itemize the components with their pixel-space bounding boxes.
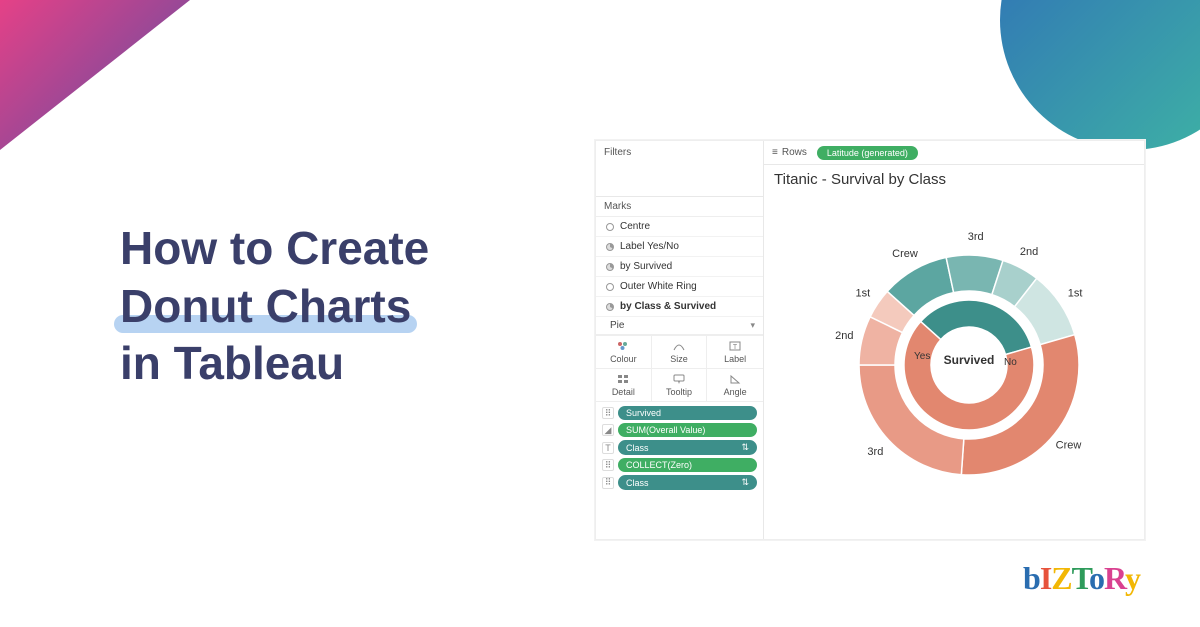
- sort-icon: ⇅: [741, 477, 749, 488]
- circle-icon: [606, 283, 614, 291]
- label-icon: T: [602, 442, 614, 454]
- angle-button[interactable]: Angle: [707, 368, 763, 401]
- detail-icon: ⠿: [602, 459, 614, 471]
- colour-button[interactable]: Colour: [596, 335, 652, 368]
- pie-icon: [606, 263, 614, 271]
- angle-icon: [728, 373, 742, 385]
- rows-shelf[interactable]: ≡Rows Latitude (generated): [764, 141, 1144, 165]
- donut-center-label: Survived: [939, 353, 999, 367]
- sort-icon: ⇅: [741, 442, 749, 453]
- tableau-screenshot: Filters Marks Centre Label Yes/No by Sur…: [595, 140, 1145, 540]
- svg-text:2nd: 2nd: [1020, 246, 1038, 258]
- decor-circle-tr: [1000, 0, 1200, 150]
- pill-sum-overall-value[interactable]: ◢SUM(Overall Value): [602, 423, 757, 437]
- tableau-side-panel: Filters Marks Centre Label Yes/No by Sur…: [596, 141, 764, 539]
- chevron-down-icon: ▾: [750, 320, 755, 331]
- mark-layer-outer-white-ring[interactable]: Outer White Ring: [596, 277, 763, 297]
- circle-icon: [606, 223, 614, 231]
- tooltip-icon: [672, 373, 686, 385]
- colour-icon: [616, 340, 630, 352]
- headline-line-1: How to Create: [120, 220, 429, 278]
- pill-class-label[interactable]: TClass⇅: [602, 440, 757, 455]
- viz-title: Titanic - Survival by Class: [774, 171, 946, 188]
- pill-class-colour[interactable]: ⠿Class⇅: [602, 475, 757, 490]
- mark-pills: ⠿Survived ◢SUM(Overall Value) TClass⇅ ⠿C…: [596, 402, 763, 494]
- size-icon: [672, 340, 686, 352]
- inner-label-yes: Yes: [914, 351, 930, 362]
- inner-label-no: No: [1004, 357, 1017, 368]
- rows-pill-latitude[interactable]: Latitude (generated): [817, 146, 918, 160]
- label-button[interactable]: TLabel: [707, 335, 763, 368]
- detail-icon: [616, 373, 630, 385]
- angle-icon: ◢: [602, 424, 614, 436]
- svg-text:3rd: 3rd: [867, 446, 883, 458]
- biztory-logo: bIzToRy: [1023, 560, 1140, 597]
- pie-icon: [606, 243, 614, 251]
- size-button[interactable]: Size: [652, 335, 708, 368]
- label-icon: T: [728, 340, 742, 352]
- tooltip-button[interactable]: Tooltip: [652, 368, 708, 401]
- marks-label: Marks: [596, 197, 763, 217]
- filters-label: Filters: [604, 145, 755, 160]
- rows-icon: ≡: [772, 147, 778, 158]
- svg-text:1st: 1st: [856, 287, 871, 299]
- mark-layer-by-class-survived[interactable]: by Class & Survived: [596, 297, 763, 317]
- decor-triangle-tl: [0, 0, 190, 150]
- svg-text:3rd: 3rd: [968, 231, 984, 243]
- pie-icon: [606, 303, 614, 311]
- mark-layer-centre[interactable]: Centre: [596, 217, 763, 237]
- svg-text:Crew: Crew: [892, 248, 918, 260]
- headline-line-3: in Tableau: [120, 335, 429, 393]
- tableau-viz-area: ≡Rows Latitude (generated) Titanic - Sur…: [764, 141, 1144, 539]
- svg-text:T: T: [733, 344, 738, 351]
- pill-survived[interactable]: ⠿Survived: [602, 406, 757, 420]
- svg-text:2nd: 2nd: [835, 330, 853, 342]
- filters-shelf[interactable]: Filters: [596, 141, 763, 197]
- donut-svg: Crew 3rd 2nd 1st Crew 3rd 2nd 1st: [784, 211, 1134, 529]
- mark-type-dropdown[interactable]: Pie ▾: [596, 317, 763, 335]
- page-headline: How to Create Donut Charts in Tableau: [120, 220, 429, 393]
- mark-layer-by-survived[interactable]: by Survived: [596, 257, 763, 277]
- pill-collect-zero[interactable]: ⠿COLLECT(Zero): [602, 458, 757, 472]
- detail-button[interactable]: Detail: [596, 368, 652, 401]
- mark-layer-label-yesno[interactable]: Label Yes/No: [596, 237, 763, 257]
- headline-line-2-highlight: Donut Charts: [120, 278, 411, 336]
- colour-icon: ⠿: [602, 407, 614, 419]
- colour-icon: ⠿: [602, 477, 614, 489]
- svg-text:Crew: Crew: [1056, 439, 1082, 451]
- mark-buttons: Colour Size TLabel Detail Tooltip Angle: [596, 335, 763, 402]
- svg-text:1st: 1st: [1068, 287, 1083, 299]
- donut-chart: Crew3rd2nd1stCrew3rd2nd1st Survived Yes …: [784, 211, 1134, 529]
